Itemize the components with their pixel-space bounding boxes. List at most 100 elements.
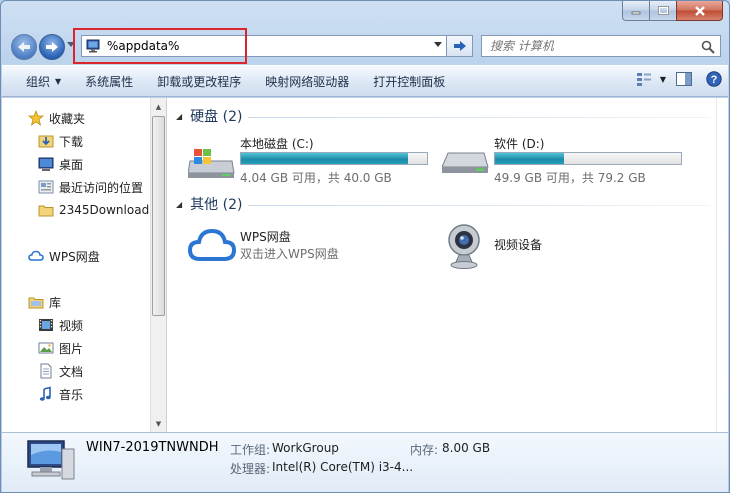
windows-drive-icon [188,149,235,178]
search-icon[interactable] [701,40,715,54]
video-device-item[interactable]: 视频设备 [442,224,642,272]
control-panel-label: 打开控制面板 [373,74,446,89]
folder-icon [38,202,54,218]
map-drive-label: 映射网络驱动器 [265,74,350,89]
computer-icon [27,440,75,480]
group-header-hard-disks[interactable]: ◢ 硬盘 (2) [176,106,242,126]
sidebar-item-downloads[interactable]: 下载 [38,131,83,151]
sidebar-item-2345downloads[interactable]: 2345Downloads [38,200,150,220]
forward-button[interactable] [39,34,65,60]
video-icon [38,317,54,333]
help-button[interactable]: ? [706,71,722,87]
sidebar-item-documents[interactable]: 文档 [38,361,83,381]
library-icon [28,294,44,310]
preview-pane-icon [676,72,692,86]
downloads-folder-icon [38,133,54,149]
sidebar-item-favorites[interactable]: 收藏夹 [28,108,85,128]
view-icon [636,73,651,86]
maximize-icon [657,6,669,15]
back-button[interactable] [11,34,37,60]
sidebar-item-label: 图片 [59,341,84,356]
sidebar-item-recent[interactable]: 最近访问的位置 [38,177,143,197]
group-title: 其他 (2) [190,197,243,213]
collapse-icon: ◢ [176,199,183,209]
wps-cloud-item[interactable]: WPS网盘 双击进入WPS网盘 [188,226,418,266]
collapse-icon: ◢ [176,111,183,121]
navigation-bar [1,29,729,63]
search-input[interactable] [490,39,690,53]
search-box [481,35,721,57]
cpu-label: 处理器: [230,462,271,476]
main-area: 收藏夹 下载 桌面 最近访问的位置 2345Downloads WPS网盘 库 … [2,98,728,432]
change-view-button[interactable]: ▼ [636,72,666,86]
drive-name: 本地磁盘 (C:) [240,137,314,151]
memory-value: 8.00 GB [442,441,491,455]
recent-pages-dropdown[interactable] [67,42,75,48]
scroll-down-button[interactable]: ▼ [151,415,166,432]
document-icon [38,363,54,379]
maximize-button[interactable] [649,1,676,21]
address-input[interactable] [107,39,407,53]
cloud-icon [28,248,44,264]
drive-usage-bar [494,152,682,165]
uninstall-program-button[interactable]: 卸载或更改程序 [145,73,253,90]
sidebar-item-label: WPS网盘 [49,249,100,264]
arrow-right-icon [453,41,466,51]
sidebar-item-label: 音乐 [59,387,84,402]
sidebar-item-videos[interactable]: 视频 [38,315,83,335]
open-control-panel-button[interactable]: 打开控制面板 [361,73,457,90]
computer-name: WIN7-2019TNWNDH [86,440,219,455]
scroll-up-button[interactable]: ▲ [151,98,166,115]
preview-pane-button[interactable] [676,72,692,86]
sidebar-item-desktop[interactable]: 桌面 [38,154,83,174]
details-pane: WIN7-2019TNWNDH 工作组: WorkGroup 内存: 8.00 … [2,432,728,492]
content-scroll-track [716,98,728,432]
item-name: 视频设备 [494,238,543,252]
address-dropdown-icon[interactable] [434,42,442,48]
drive-c[interactable]: 本地磁盘 (C:) 4.04 GB 可用，共 40.0 GB [188,135,448,187]
music-icon [38,386,54,402]
group-header-other[interactable]: ◢ 其他 (2) [176,194,242,214]
recent-places-icon [38,179,54,195]
sidebar-item-wps[interactable]: WPS网盘 [28,246,100,266]
arrow-right-icon [46,42,58,52]
item-name: WPS网盘 [240,230,291,244]
star-icon [28,110,44,126]
go-button[interactable] [447,35,473,57]
sidebar-item-label: 最近访问的位置 [59,180,144,195]
item-description: 双击进入WPS网盘 [240,247,339,261]
system-properties-button[interactable]: 系统属性 [73,73,145,90]
sidebar-item-libraries[interactable]: 库 [28,292,61,312]
picture-icon [38,340,54,356]
uninstall-label: 卸载或更改程序 [157,74,242,89]
explorer-window: 组织 ▼ 系统属性 卸载或更改程序 映射网络驱动器 打开控制面板 ▼ ? [0,0,730,493]
sidebar-item-label: 桌面 [59,157,84,172]
minimize-icon [631,11,641,14]
drive-usage-fill [241,153,409,164]
sidebar-item-label: 视频 [59,318,84,333]
cpu-value: Intel(R) Core(TM) i3-4... [272,460,414,474]
navigation-pane: 收藏夹 下载 桌面 最近访问的位置 2345Downloads WPS网盘 库 … [2,98,150,432]
organize-menu[interactable]: 组织 ▼ [2,73,73,90]
sidebar-item-label: 文档 [59,364,84,379]
group-divider [248,117,710,118]
sidebar-item-label: 收藏夹 [49,111,86,126]
close-icon [694,5,705,16]
drive-d[interactable]: 软件 (D:) 49.9 GB 可用，共 79.2 GB [442,135,702,187]
navigation-scrollbar[interactable]: ▲ ▼ [150,98,167,432]
scrollbar-thumb[interactable] [152,116,165,316]
desktop-icon [38,156,54,172]
minimize-button[interactable] [622,1,649,21]
caption-buttons [622,1,723,21]
close-button[interactable] [676,1,723,21]
sidebar-item-pictures[interactable]: 图片 [38,338,83,358]
map-network-drive-button[interactable]: 映射网络驱动器 [253,73,361,90]
workgroup-label: 工作组: [230,443,271,457]
group-divider [248,205,710,206]
sidebar-item-music[interactable]: 音乐 [38,384,83,404]
command-bar: 组织 ▼ 系统属性 卸载或更改程序 映射网络驱动器 打开控制面板 ▼ ? [2,65,728,97]
drive-name: 软件 (D:) [494,137,545,151]
chevron-down-icon: ▼ [659,74,666,84]
organize-label: 组织 [26,74,51,89]
help-icon: ? [706,71,722,87]
